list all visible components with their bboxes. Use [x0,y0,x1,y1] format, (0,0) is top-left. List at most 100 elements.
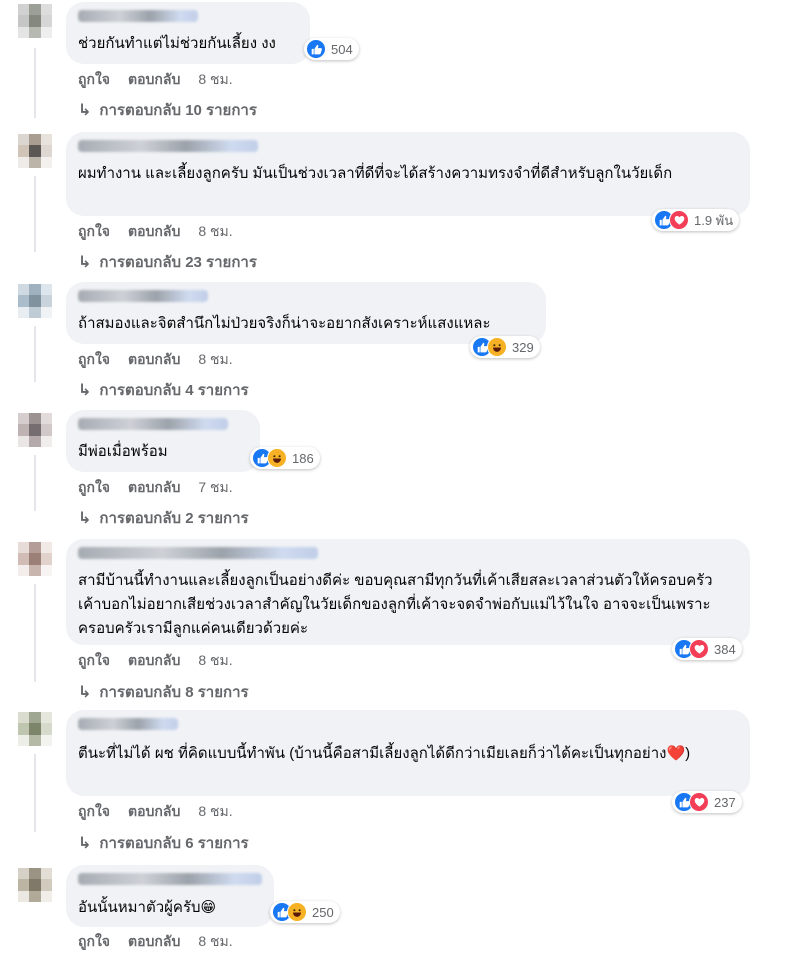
author-name-blurred[interactable] [78,10,198,22]
comment-bubble: อันนั้นหมาตัวผู้ครับ😁 [66,865,274,927]
author-name-blurred[interactable] [78,140,258,152]
comment-bubble: ถ้าสมองและจิตสำนึกไม่ป่วยจริงก็น่าจะอยาก… [66,282,546,344]
timestamp[interactable]: 8 ชม. [198,69,232,91]
heart-icon [689,792,709,812]
comment-text: ผมทำงาน และเลี้ยงลูกครับ มันเป็นช่วงเวลา… [78,165,673,182]
comment-actions: ถูกใจ ตอบกลับ 8 ชม. [78,650,233,672]
reply-thread-line [34,754,36,832]
reply-button[interactable]: ตอบกลับ [128,221,180,243]
like-button[interactable]: ถูกใจ [78,477,110,499]
reaction-count: 237 [714,794,736,810]
reaction-count: 186 [292,450,314,466]
reply-button[interactable]: ตอบกลับ [128,801,180,823]
replies-label: การตอบกลับ 23 รายการ [99,254,257,271]
reply-thread-line [34,584,36,682]
reply-button[interactable]: ตอบกลับ [128,477,180,499]
avatar[interactable] [18,284,52,318]
avatar[interactable] [18,4,52,38]
replies-label: การตอบกลับ 4 รายการ [99,382,249,399]
comment-actions: ถูกใจ ตอบกลับ 8 ชม. [78,221,233,243]
like-button[interactable]: ถูกใจ [78,349,110,371]
view-replies-link[interactable]: ↳ การตอบกลับ 2 รายการ [78,506,249,530]
like-button[interactable]: ถูกใจ [78,650,110,672]
avatar[interactable] [18,134,52,168]
reaction-count: 504 [331,41,353,57]
comment-text: อันนั้นหมาตัวผู้ครับ😁 [78,899,217,916]
reaction-count: 329 [512,339,534,355]
reaction-count: 1.9 พัน [694,212,734,228]
replies-label: การตอบกลับ 6 รายการ [99,835,249,852]
comment-bubble: ช่วยกันทำแต่ไม่ช่วยกันเลี้ยง งง [66,2,310,64]
reaction-summary[interactable]: 504 [304,38,359,60]
author-name-blurred[interactable] [78,418,228,430]
comment-text: ช่วยกันทำแต่ไม่ช่วยกันเลี้ยง งง [78,35,276,52]
reply-arrow-icon: ↳ [78,382,92,399]
reply-thread-line [34,455,36,511]
comment-bubble: สามีบ้านนี้ทำงานและเลี้ยงลูกเป็นอย่างดีค… [66,539,750,645]
comment-actions: ถูกใจ ตอบกลับ 8 ชม. [78,801,233,823]
comment-bubble: มีพ่อเมื่อพร้อม [66,410,260,472]
laugh-icon [487,337,507,357]
comment-text: มีพ่อเมื่อพร้อม [78,443,168,460]
timestamp[interactable]: 8 ชม. [198,931,232,953]
avatar[interactable] [18,868,52,902]
timestamp[interactable]: 8 ชม. [198,349,232,371]
comment-actions: ถูกใจ ตอบกลับ 8 ชม. [78,931,233,953]
comment-text: ตีนะที่ไม่ได้ ผช ที่คิดแบบนี้ทำพัน (บ้าน… [78,745,691,762]
reply-arrow-icon: ↳ [78,254,92,271]
comment-bubble: ตีนะที่ไม่ได้ ผช ที่คิดแบบนี้ทำพัน (บ้าน… [66,710,750,796]
comment-bubble: ผมทำงาน และเลี้ยงลูกครับ มันเป็นช่วงเวลา… [66,132,750,216]
author-name-blurred[interactable] [78,873,262,885]
like-button[interactable]: ถูกใจ [78,69,110,91]
reply-thread-line [34,48,36,118]
avatar[interactable] [18,712,52,746]
reply-button[interactable]: ตอบกลับ [128,69,180,91]
avatar[interactable] [18,413,52,447]
heart-icon [669,210,689,230]
comment-text: ถ้าสมองและจิตสำนึกไม่ป่วยจริงก็น่าจะอยาก… [78,315,491,332]
laugh-icon [267,448,287,468]
timestamp[interactable]: 8 ชม. [198,801,232,823]
comment-actions: ถูกใจ ตอบกลับ 8 ชม. [78,349,233,371]
replies-label: การตอบกลับ 2 รายการ [99,510,249,527]
author-name-blurred[interactable] [78,718,178,730]
reaction-summary[interactable]: 329 [470,336,540,358]
reaction-summary[interactable]: 186 [250,447,320,469]
reply-arrow-icon: ↳ [78,102,92,119]
timestamp[interactable]: 8 ชม. [198,221,232,243]
like-button[interactable]: ถูกใจ [78,221,110,243]
reply-arrow-icon: ↳ [78,510,92,527]
reply-thread-line [34,326,36,382]
reply-arrow-icon: ↳ [78,835,92,852]
view-replies-link[interactable]: ↳ การตอบกลับ 8 รายการ [78,680,249,704]
avatar[interactable] [18,542,52,576]
view-replies-link[interactable]: ↳ การตอบกลับ 23 รายการ [78,250,257,274]
replies-label: การตอบกลับ 10 รายการ [99,102,257,119]
reaction-count: 250 [312,904,334,920]
timestamp[interactable]: 7 ชม. [198,477,232,499]
view-replies-link[interactable]: ↳ การตอบกลับ 6 รายการ [78,831,249,855]
reply-button[interactable]: ตอบกลับ [128,931,180,953]
reply-button[interactable]: ตอบกลับ [128,650,180,672]
like-button[interactable]: ถูกใจ [78,801,110,823]
comment-text: สามีบ้านนี้ทำงานและเลี้ยงลูกเป็นอย่างดีค… [78,572,713,637]
thumbs-up-icon [306,39,326,59]
reply-thread-line [34,176,36,252]
laugh-icon [287,902,307,922]
reaction-summary[interactable]: 384 [672,638,742,660]
reply-arrow-icon: ↳ [78,684,92,701]
heart-icon [689,639,709,659]
like-button[interactable]: ถูกใจ [78,931,110,953]
view-replies-link[interactable]: ↳ การตอบกลับ 10 รายการ [78,98,257,122]
reaction-count: 384 [714,641,736,657]
reaction-summary[interactable]: 1.9 พัน [652,209,740,231]
comment-actions: ถูกใจ ตอบกลับ 8 ชม. [78,69,233,91]
view-replies-link[interactable]: ↳ การตอบกลับ 4 รายการ [78,378,249,402]
reaction-summary[interactable]: 237 [672,791,742,813]
reaction-summary[interactable]: 250 [270,901,340,923]
timestamp[interactable]: 8 ชม. [198,650,232,672]
comment-actions: ถูกใจ ตอบกลับ 7 ชม. [78,477,233,499]
author-name-blurred[interactable] [78,290,208,302]
author-name-blurred[interactable] [78,547,318,559]
reply-button[interactable]: ตอบกลับ [128,349,180,371]
